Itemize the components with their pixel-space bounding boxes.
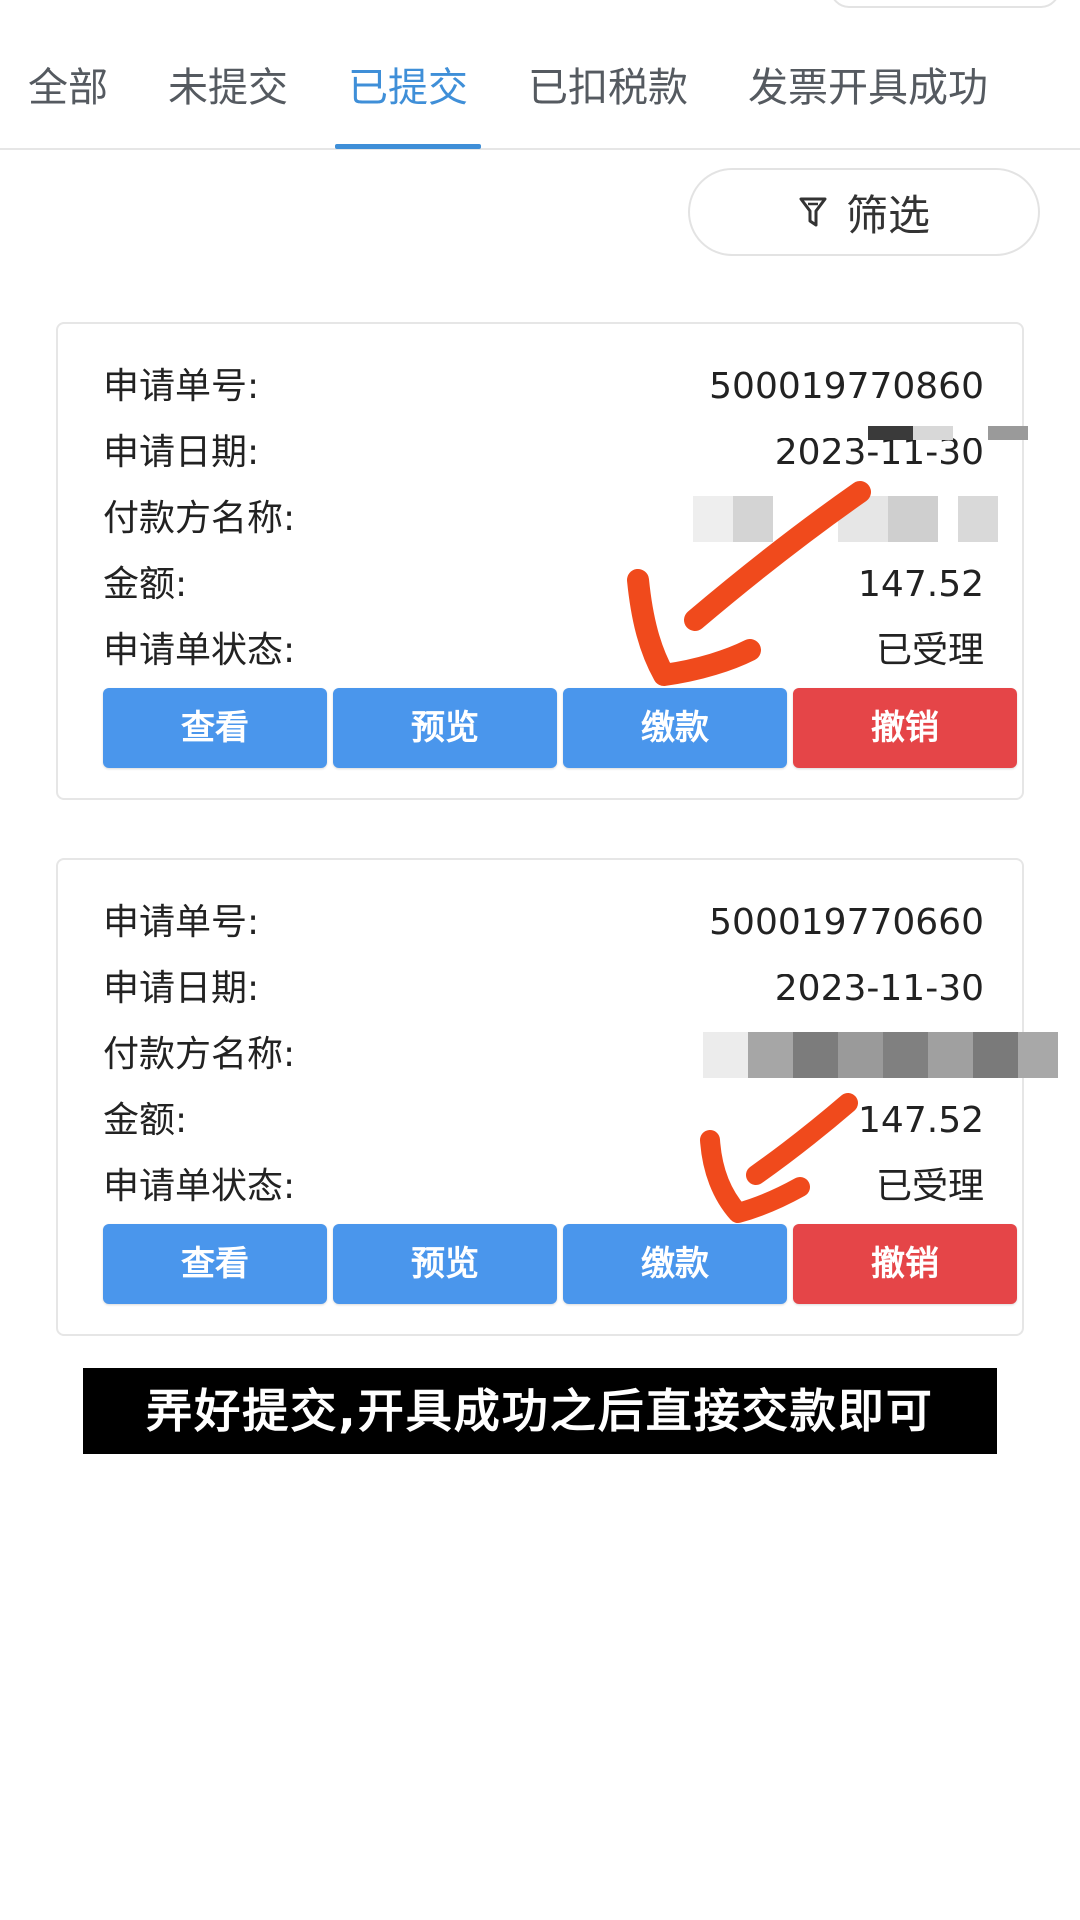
amount-row: 金额: 147.52	[103, 560, 984, 610]
redaction-block	[748, 1032, 793, 1078]
amount-label: 金额:	[103, 564, 188, 605]
order-number-label: 申请单号:	[103, 902, 260, 943]
redaction-block	[703, 1032, 748, 1078]
redaction-block	[888, 496, 938, 542]
status-tab-bar: 全部 未提交 已提交 已扣税款 发票开具成功	[0, 0, 1080, 150]
card-actions: 查看 预览 缴款 撤销	[103, 688, 1021, 768]
tab-invoice-issued[interactable]: 发票开具成功	[748, 60, 988, 116]
view-button[interactable]: 查看	[103, 688, 327, 768]
active-tab-indicator	[335, 144, 481, 149]
revoke-button[interactable]: 撤销	[793, 1224, 1017, 1304]
order-number-row: 申请单号: 500019770860	[103, 362, 984, 412]
status-value: 已受理	[875, 630, 984, 671]
video-caption: 弄好提交,开具成功之后直接交款即可	[83, 1368, 997, 1454]
tab-tax-deducted[interactable]: 已扣税款	[528, 60, 688, 116]
status-value: 已受理	[875, 1166, 984, 1207]
order-number-value: 500019770660	[709, 902, 984, 943]
redaction-block	[883, 1032, 928, 1078]
redaction-block	[793, 1032, 838, 1078]
date-row: 申请日期: 2023-11-30	[103, 964, 984, 1014]
application-card: 申请单号: 500019770860 申请日期: 2023-11-30 付款方名…	[56, 322, 1028, 800]
page: 全部 未提交 已提交 已扣税款 发票开具成功 筛选 申请单号: 50001977…	[0, 0, 1080, 1920]
date-value-obscured: 2023-11-30	[775, 438, 984, 468]
redaction-block	[988, 426, 1028, 440]
tab-all[interactable]: 全部	[28, 60, 108, 116]
filter-icon	[798, 195, 828, 229]
filter-label: 筛选	[845, 190, 930, 240]
filter-button[interactable]: 筛选	[688, 168, 1040, 256]
payer-label: 付款方名称:	[103, 498, 296, 539]
redaction-block	[928, 1032, 973, 1078]
status-row: 申请单状态: 已受理	[103, 626, 984, 676]
application-card: 申请单号: 500019770660 申请日期: 2023-11-30 付款方名…	[56, 858, 1058, 1336]
pay-button[interactable]: 缴款	[563, 1224, 787, 1304]
revoke-button[interactable]: 撤销	[793, 688, 1017, 768]
redaction-block	[733, 496, 773, 542]
redaction-block	[868, 426, 913, 440]
tab-submitted[interactable]: 已提交	[348, 60, 468, 116]
order-number-label: 申请单号:	[103, 366, 260, 407]
order-number-value: 500019770860	[709, 366, 984, 407]
order-number-row: 申请单号: 500019770660	[103, 898, 984, 948]
redaction-block	[838, 1032, 883, 1078]
status-label: 申请单状态:	[103, 630, 296, 671]
view-button[interactable]: 查看	[103, 1224, 327, 1304]
redaction-block	[838, 496, 888, 542]
redaction-block	[973, 1032, 1018, 1078]
tab-not-submitted[interactable]: 未提交	[168, 60, 288, 116]
date-value-obscured: 2023-11-30	[775, 974, 984, 1004]
amount-value: 147.52	[858, 1100, 984, 1141]
date-value: 2023-11-30	[774, 974, 984, 1004]
redaction-block	[1018, 1032, 1058, 1078]
card-actions: 查看 预览 缴款 撤销	[103, 1224, 1021, 1304]
date-label: 申请日期:	[103, 432, 260, 473]
preview-button[interactable]: 预览	[333, 688, 557, 768]
redaction-block	[958, 496, 998, 542]
date-label: 申请日期:	[103, 968, 260, 1009]
payer-label: 付款方名称:	[103, 1034, 296, 1075]
status-label: 申请单状态:	[103, 1166, 296, 1207]
amount-label: 金额:	[103, 1100, 188, 1141]
status-row: 申请单状态: 已受理	[103, 1162, 984, 1212]
amount-value: 147.52	[858, 564, 984, 605]
date-value: 2023-11-30	[774, 438, 984, 468]
redaction-block	[913, 426, 953, 440]
pay-button[interactable]: 缴款	[563, 688, 787, 768]
top-search-pill-edge	[830, 0, 1060, 8]
date-row: 申请日期: 2023-11-30	[103, 426, 1028, 478]
amount-row: 金额: 147.52	[103, 1096, 984, 1146]
redaction-block	[693, 496, 733, 542]
payer-row: 付款方名称:	[103, 1030, 1058, 1080]
preview-button[interactable]: 预览	[333, 1224, 557, 1304]
payer-row: 付款方名称:	[103, 494, 998, 544]
